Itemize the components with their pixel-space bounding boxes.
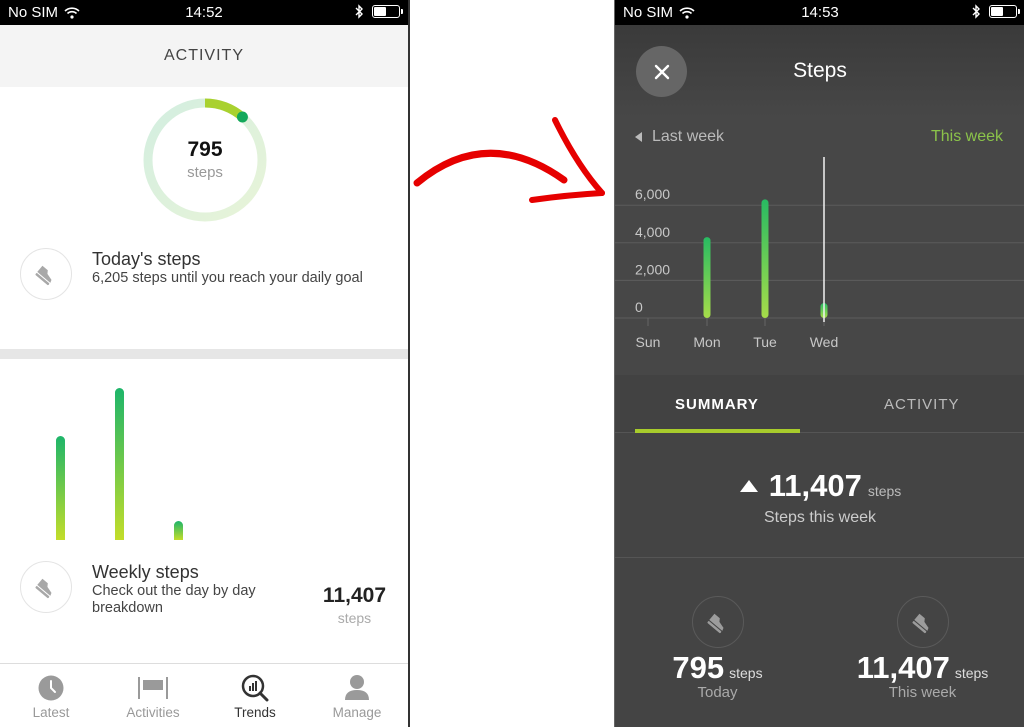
trends-icon [241, 674, 269, 702]
weekly-summary: 11,407 steps Steps this week [615, 434, 1024, 558]
weekly-summary-caption: Steps this week [763, 509, 877, 526]
today-steps-subtitle: 6,205 steps until you reach your daily g… [92, 270, 363, 286]
active-tab-indicator [635, 429, 800, 433]
bottom-tab-bar: Latest Activities Trends Manage [0, 663, 408, 727]
weekly-steps-row[interactable]: Weekly steps Check out the day by day br… [20, 561, 292, 617]
right-phone-screen: No SIM 14:53 Steps Last week This week 0… [614, 0, 1024, 727]
stat-today: 795 steps Today [615, 596, 820, 701]
stat-week-value: 11,407 [856, 650, 950, 685]
x-tick-label: Wed [810, 334, 839, 350]
red-arrow-annotation [413, 117, 605, 203]
this-week-label[interactable]: This week [931, 128, 1003, 146]
person-icon [345, 675, 369, 700]
shoe-icon-circle [20, 561, 72, 613]
trend-up-icon [739, 480, 758, 492]
status-time: 14:52 [185, 4, 223, 21]
page-title: ACTIVITY [0, 25, 408, 87]
stat-week-unit: steps [954, 665, 989, 681]
weekly-steps-text: Weekly steps Check out the day by day br… [92, 561, 292, 617]
tab-activities[interactable]: Activities [102, 664, 204, 727]
weekly-steps-title: Weekly steps [92, 562, 199, 582]
ring-step-unit: steps [187, 164, 223, 181]
last-week-button[interactable]: Last week [635, 128, 724, 146]
tab-manage-label: Manage [332, 705, 382, 720]
stat-today-line: 795 steps [615, 650, 820, 686]
screenshot-stage: No SIM 14:52 ACTIVITY 795 steps Today's … [0, 0, 1024, 727]
shoe-icon [706, 613, 723, 634]
clock-icon [38, 675, 64, 701]
tab-summary[interactable]: SUMMARY [675, 396, 759, 413]
summary-activity-tabs: SUMMARY ACTIVITY [615, 375, 1024, 433]
stat-week-caption: This week [888, 684, 957, 701]
y-tick-label: 6,000 [635, 186, 670, 202]
left-phone-screen: No SIM 14:52 ACTIVITY 795 steps Today's … [0, 0, 410, 727]
weekly-total-value: 11,407 [322, 584, 386, 607]
today-steps-title: Today's steps [92, 249, 201, 269]
x-tick-label: Sun [636, 334, 661, 350]
shoe-icon-circle [691, 596, 744, 648]
stats-row: 795 steps Today 11,407 steps This week [615, 558, 1024, 727]
tab-activity[interactable]: ACTIVITY [884, 396, 960, 413]
shoe-icon [35, 578, 52, 599]
mini-bar-tue [114, 388, 124, 540]
y-tick-label: 0 [635, 299, 643, 315]
shoe-icon-circle [20, 248, 72, 300]
bar-tue[interactable] [761, 199, 769, 318]
tab-activities-label: Activities [126, 705, 180, 720]
week-navigation: Last week This week [615, 117, 1024, 157]
bluetooth-icon [355, 4, 363, 19]
stat-today-unit: steps [729, 665, 763, 681]
ring-center: 795 steps [141, 96, 269, 224]
today-steps-text: Today's steps 6,205 steps until you reac… [92, 248, 382, 287]
weekly-summary-unit: steps [867, 483, 902, 499]
shoe-icon [35, 265, 52, 286]
shoe-icon-circle [896, 596, 949, 648]
today-steps-row[interactable]: Today's steps 6,205 steps until you reac… [20, 248, 382, 300]
activities-icon [138, 677, 168, 699]
last-week-label: Last week [652, 128, 725, 145]
tab-manage[interactable]: Manage [306, 664, 408, 727]
battery-icon [989, 5, 1020, 18]
y-tick-label: 2,000 [635, 261, 670, 277]
section-divider [0, 349, 408, 359]
weekly-total: 11,407 steps [323, 584, 386, 626]
tab-trends[interactable]: Trends [204, 664, 306, 727]
steps-bar-chart[interactable]: 0 2,000 4,000 6,000 Sun Mon Tue Wed [615, 157, 1024, 375]
battery-icon [372, 5, 403, 18]
stat-week-line: 11,407 steps [820, 650, 1024, 686]
mini-bar-mon [55, 436, 65, 540]
weekly-summary-total: 11,407 [768, 468, 862, 503]
daily-progress-ring[interactable]: 795 steps [141, 96, 269, 224]
steps-header: Steps [615, 25, 1024, 117]
status-time: 14:53 [801, 4, 839, 21]
weekly-mini-chart[interactable] [0, 359, 408, 544]
stat-this-week: 11,407 steps This week [820, 596, 1024, 701]
stat-today-caption: Today [697, 684, 738, 701]
tab-latest-label: Latest [32, 705, 70, 720]
status-bar: No SIM 14:52 [0, 0, 408, 25]
ring-step-count: 795 [187, 138, 223, 161]
weekly-total-unit: steps [337, 610, 372, 626]
status-bar: No SIM 14:53 [615, 0, 1024, 25]
page-title: Steps [793, 59, 847, 82]
x-tick-label: Tue [753, 334, 777, 350]
weekly-steps-subtitle: Check out the day by day breakdown [92, 583, 256, 616]
weekly-summary-line: 11,407 steps [615, 468, 1024, 504]
shoe-icon [911, 613, 928, 634]
stat-today-value: 795 [672, 650, 725, 685]
bar-mon[interactable] [703, 237, 711, 318]
chart-canvas: 0 2,000 4,000 6,000 Sun Mon Tue Wed [615, 157, 1024, 350]
status-right [355, 4, 403, 19]
mini-bar-wed [173, 520, 183, 540]
bluetooth-icon [972, 4, 980, 19]
x-tick-label: Mon [693, 334, 720, 350]
tab-trends-label: Trends [234, 705, 276, 720]
status-right [972, 4, 1020, 19]
y-tick-label: 4,000 [635, 224, 670, 240]
chevron-left-icon [635, 132, 642, 142]
tab-latest[interactable]: Latest [0, 664, 102, 727]
